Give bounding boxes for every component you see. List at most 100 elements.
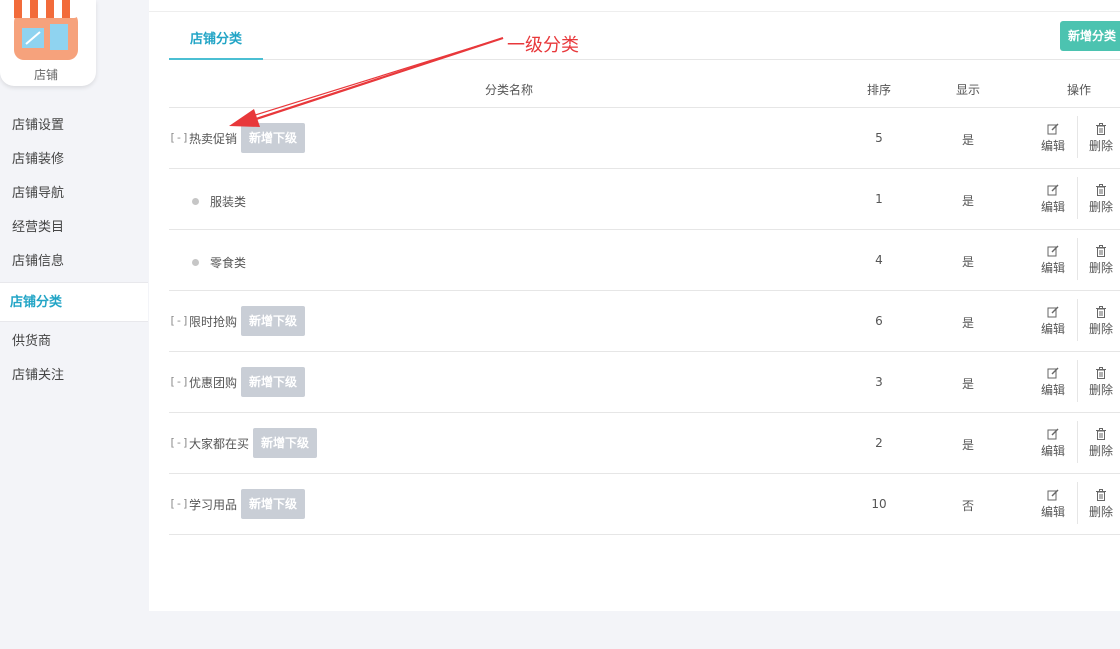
show-value: 是 xyxy=(961,255,974,269)
add-child-button[interactable]: 新增下级 xyxy=(241,123,306,153)
tab-shop-categories[interactable]: 店铺分类 xyxy=(169,22,263,60)
delete-label: 删除 xyxy=(1088,139,1113,153)
edit-button[interactable]: 编辑 xyxy=(1036,489,1070,520)
edit-icon xyxy=(1047,184,1059,196)
show-value: 否 xyxy=(961,499,974,513)
sort-value: 10 xyxy=(871,497,887,511)
edit-label: 编辑 xyxy=(1040,383,1065,397)
add-category-button[interactable]: 新增分类 xyxy=(1060,21,1120,51)
edit-button[interactable]: 编辑 xyxy=(1036,367,1070,398)
edit-icon xyxy=(1047,123,1059,135)
annotation-label: 一级分类 xyxy=(507,35,579,56)
delete-label: 删除 xyxy=(1088,261,1113,275)
op-divider xyxy=(1077,116,1078,158)
tab-bar: 店铺分类 xyxy=(169,22,1120,60)
sort-value: 2 xyxy=(875,436,883,450)
category-name: 学习用品 xyxy=(189,498,238,512)
edit-button[interactable]: 编辑 xyxy=(1036,306,1070,337)
category-name: 限时抢购 xyxy=(189,315,238,329)
delete-label: 删除 xyxy=(1088,444,1113,458)
show-value: 是 xyxy=(961,194,974,208)
add-child-button[interactable]: 新增下级 xyxy=(241,367,306,397)
trash-icon xyxy=(1096,306,1106,318)
table-header: 分类名称 排序 显示 操作 xyxy=(169,72,1120,108)
edit-label: 编辑 xyxy=(1040,322,1065,336)
edit-icon xyxy=(1047,367,1059,379)
show-value: 是 xyxy=(961,438,974,452)
op-divider xyxy=(1077,299,1078,341)
sort-value: 3 xyxy=(875,375,883,389)
op-divider xyxy=(1077,238,1078,280)
sort-value: 5 xyxy=(875,131,883,145)
header-show: 显示 xyxy=(955,83,980,97)
sidebar-item-shop-info[interactable]: 店铺信息 xyxy=(0,245,148,279)
collapse-toggle[interactable]: [-] xyxy=(169,497,189,510)
trash-icon xyxy=(1096,489,1106,501)
add-child-button[interactable]: 新增下级 xyxy=(241,489,306,519)
edit-button[interactable]: 编辑 xyxy=(1036,123,1070,154)
sidebar: 店铺 店铺设置 店铺装修 店铺导航 经营类目 店铺信息 店铺分类 供货商 店铺关… xyxy=(0,0,148,649)
sort-value: 1 xyxy=(875,192,883,206)
edit-label: 编辑 xyxy=(1040,261,1065,275)
collapse-toggle[interactable]: [-] xyxy=(169,314,189,327)
delete-button[interactable]: 删除 xyxy=(1084,489,1118,520)
sidebar-item-business-categories[interactable]: 经营类目 xyxy=(0,211,148,245)
delete-button[interactable]: 删除 xyxy=(1084,123,1118,154)
top-strip xyxy=(149,0,1120,12)
category-name: 大家都在买 xyxy=(189,437,250,451)
delete-label: 删除 xyxy=(1088,383,1113,397)
edit-icon xyxy=(1047,306,1059,318)
delete-button[interactable]: 删除 xyxy=(1084,367,1118,398)
sidebar-item-shop-settings[interactable]: 店铺设置 xyxy=(0,109,148,143)
collapse-toggle[interactable]: [-] xyxy=(169,131,189,144)
table-row: 服装类 1 是 编辑 删除 xyxy=(169,169,1120,230)
delete-button[interactable]: 删除 xyxy=(1084,306,1118,337)
edit-button[interactable]: 编辑 xyxy=(1036,245,1070,276)
shop-name: 店铺 xyxy=(33,68,58,82)
sidebar-item-shop-navigation[interactable]: 店铺导航 xyxy=(0,177,148,211)
edit-label: 编辑 xyxy=(1040,200,1065,214)
delete-label: 删除 xyxy=(1088,200,1113,214)
delete-button[interactable]: 删除 xyxy=(1084,184,1118,215)
header-category-name: 分类名称 xyxy=(484,83,533,97)
edit-button[interactable]: 编辑 xyxy=(1036,428,1070,459)
delete-label: 删除 xyxy=(1088,322,1113,336)
main-panel: 店铺分类 新增分类 分类名称 排序 显示 操作 [-] 热卖促销 新增下级 5 … xyxy=(149,0,1120,611)
edit-label: 编辑 xyxy=(1040,444,1065,458)
delete-button[interactable]: 删除 xyxy=(1084,245,1118,276)
add-child-button[interactable]: 新增下级 xyxy=(253,428,318,458)
trash-icon xyxy=(1096,123,1106,135)
sidebar-item-shop-followers[interactable]: 店铺关注 xyxy=(0,359,148,393)
bullet-dot xyxy=(192,259,199,266)
sidebar-nav: 店铺设置 店铺装修 店铺导航 经营类目 店铺信息 店铺分类 供货商 店铺关注 xyxy=(0,109,148,393)
edit-button[interactable]: 编辑 xyxy=(1036,184,1070,215)
collapse-toggle[interactable]: [-] xyxy=(169,375,189,388)
edit-label: 编辑 xyxy=(1040,505,1065,519)
table-row: [-] 学习用品 新增下级 10 否 编辑 删除 xyxy=(169,474,1120,535)
sort-value: 4 xyxy=(875,253,883,267)
show-value: 是 xyxy=(961,133,974,147)
header-sort: 排序 xyxy=(866,83,891,97)
op-divider xyxy=(1077,482,1078,524)
trash-icon xyxy=(1096,428,1106,440)
edit-icon xyxy=(1047,245,1059,257)
delete-button[interactable]: 删除 xyxy=(1084,428,1118,459)
sidebar-item-suppliers[interactable]: 供货商 xyxy=(0,325,148,359)
add-child-button[interactable]: 新增下级 xyxy=(241,306,306,336)
category-name: 零食类 xyxy=(210,256,247,270)
op-divider xyxy=(1077,360,1078,402)
category-name: 热卖促销 xyxy=(189,132,238,146)
shop-card[interactable]: 店铺 xyxy=(0,0,96,86)
sidebar-item-shop-categories[interactable]: 店铺分类 xyxy=(0,282,148,322)
category-name: 服装类 xyxy=(210,195,247,209)
shop-storefront-icon xyxy=(14,0,78,60)
show-value: 是 xyxy=(961,316,974,330)
sidebar-item-shop-decoration[interactable]: 店铺装修 xyxy=(0,143,148,177)
op-divider xyxy=(1077,421,1078,463)
table-row: [-] 优惠团购 新增下级 3 是 编辑 删除 xyxy=(169,352,1120,413)
category-table: 分类名称 排序 显示 操作 [-] 热卖促销 新增下级 5 是 编辑 删除 服装… xyxy=(169,72,1120,535)
op-divider xyxy=(1077,177,1078,219)
edit-label: 编辑 xyxy=(1040,139,1065,153)
edit-icon xyxy=(1047,428,1059,440)
collapse-toggle[interactable]: [-] xyxy=(169,436,189,449)
